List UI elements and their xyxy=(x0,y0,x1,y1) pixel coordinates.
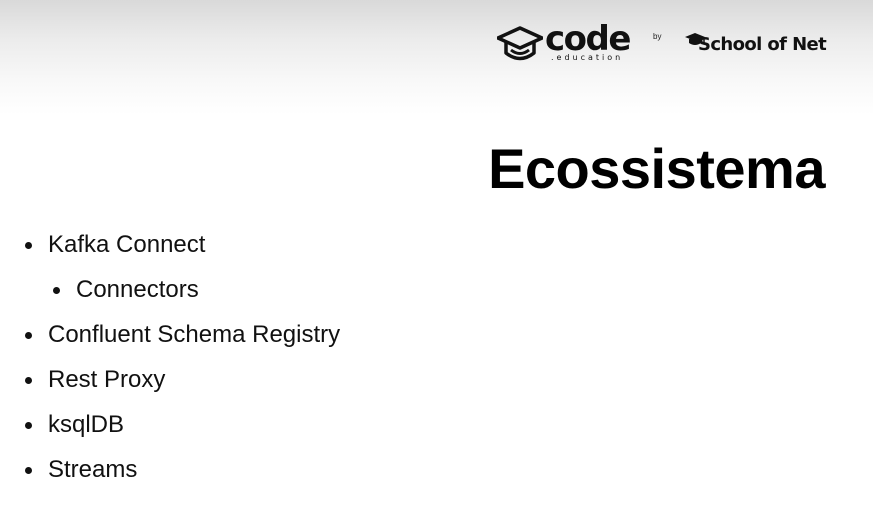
bullet-item: Kafka Connect xyxy=(22,222,522,267)
bullet-item-sub: Connectors xyxy=(22,267,522,312)
school-of-net-wordmark: School of Net xyxy=(698,34,827,55)
bullet-dot xyxy=(25,421,32,429)
code-education-logo: code .education xyxy=(497,20,647,66)
bullet-item: ksqlDB xyxy=(22,402,522,447)
bullet-dot xyxy=(25,331,32,339)
bullet-text: Rest Proxy xyxy=(48,365,166,393)
bullet-text: Streams xyxy=(48,455,138,483)
bullet-text: Connectors xyxy=(76,275,199,303)
bullet-item: Streams xyxy=(22,447,522,492)
bullet-dot xyxy=(25,466,32,474)
bullet-item: Rest Proxy xyxy=(22,357,522,402)
bullet-text: ksqlDB xyxy=(48,410,125,438)
bullet-list: Kafka Connect Connectors Confluent Schem… xyxy=(22,222,522,492)
slide-title: Ecossistema xyxy=(488,137,825,200)
slide: code .education by School of Net Ecossis… xyxy=(0,0,873,514)
by-label: by xyxy=(653,32,662,41)
bullet-text: Confluent Schema Registry xyxy=(48,320,341,348)
code-logo-subtitle: .education xyxy=(551,53,624,62)
bullet-text: Kafka Connect xyxy=(48,230,206,258)
brand-header: code .education by School of Net xyxy=(497,20,827,66)
bullet-dot xyxy=(25,241,32,249)
bullet-item: Confluent Schema Registry xyxy=(22,312,522,357)
bullet-dot xyxy=(25,376,32,384)
bullet-dot xyxy=(53,286,60,294)
graduation-cap-icon xyxy=(497,26,543,61)
school-of-net-logo: School of Net xyxy=(684,30,827,60)
